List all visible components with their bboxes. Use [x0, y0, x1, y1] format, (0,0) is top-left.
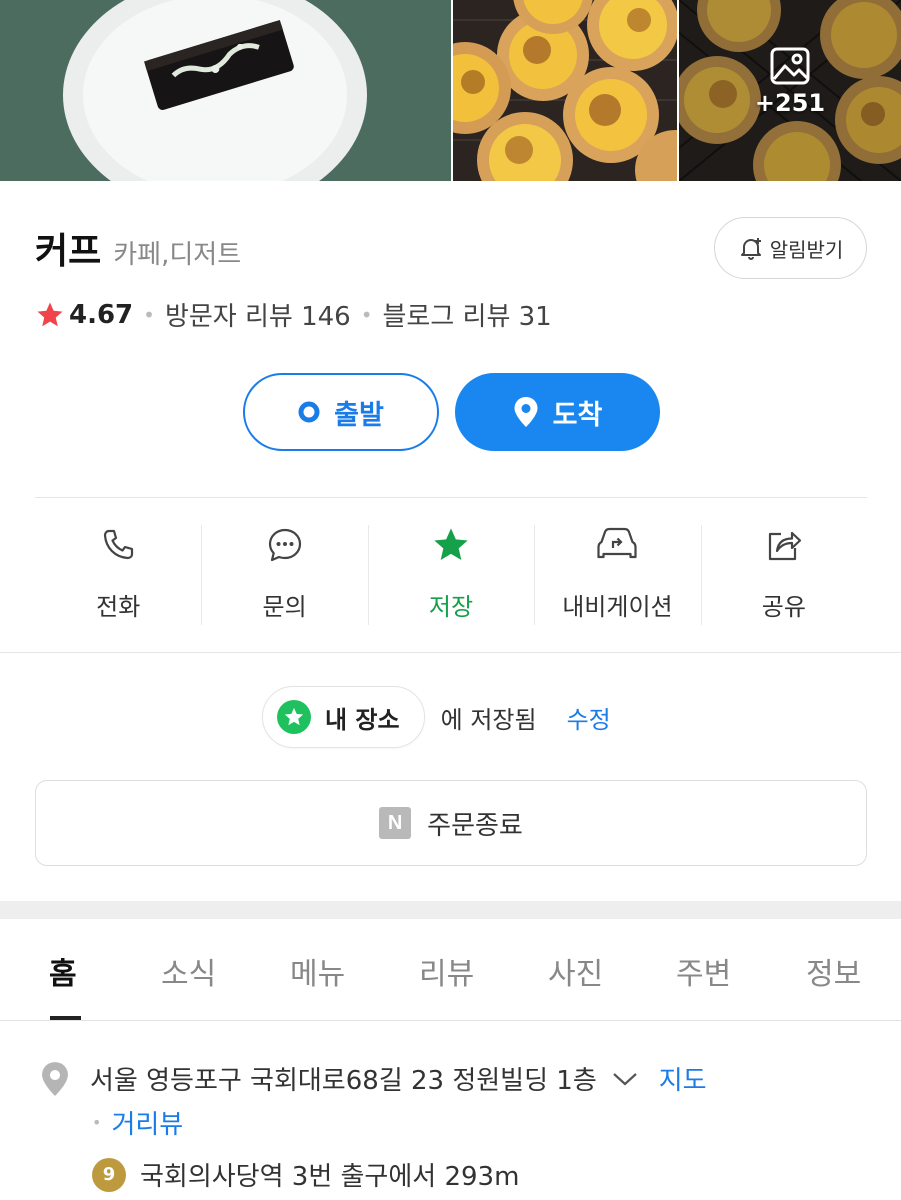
action-label-call: 전화	[96, 593, 141, 621]
saved-status-row: 내 장소 에 저장됨 수정	[262, 686, 611, 748]
alert-label: 알림받기	[769, 237, 844, 262]
photo-thumbnail[interactable]: +251	[679, 0, 901, 181]
separator-dot: •	[143, 302, 155, 327]
subway-directions: 국회의사당역 3번 출구에서 293m	[140, 1162, 520, 1192]
separator-dot: •	[360, 302, 373, 327]
tab-bar: 홈 소식 메뉴 리뷰 사진 주변 정보	[0, 919, 901, 1021]
share-button[interactable]: 공유	[700, 523, 867, 627]
street-view-row: • 거리뷰	[92, 1104, 183, 1141]
action-label-inquiry: 문의	[262, 593, 307, 621]
separator-dot: •	[92, 1113, 102, 1132]
share-icon	[768, 531, 801, 561]
navigation-button[interactable]: 내비게이션	[534, 523, 700, 627]
tab-home[interactable]: 홈	[49, 949, 77, 993]
street-view-link[interactable]: 거리뷰	[111, 1104, 183, 1141]
my-place-label: 내 장소	[325, 705, 400, 734]
action-bar: 전화 문의 저장 내비게이션 공유	[35, 523, 867, 627]
tab-menu[interactable]: 메뉴	[290, 949, 345, 993]
photo-thumbnail[interactable]	[453, 0, 677, 181]
saved-text: 에 저장됨	[440, 705, 537, 734]
order-status-label: 주문종료	[427, 810, 523, 841]
location-pin-icon	[42, 1061, 68, 1096]
divider	[35, 497, 867, 498]
more-photos-overlay[interactable]: +251	[679, 0, 901, 181]
place-title-row: 커프 카페,디저트	[35, 222, 241, 274]
tab-info[interactable]: 정보	[806, 949, 861, 993]
origin-dot-icon	[298, 401, 320, 423]
depart-label: 출발	[334, 399, 384, 431]
chevron-down-icon[interactable]	[611, 1069, 639, 1089]
rating-row: 4.67 • 방문자 리뷰 146 • 블로그 리뷰 31	[35, 296, 552, 333]
subway-row: 9 국회의사당역 3번 출구에서 293m	[92, 1156, 519, 1193]
location-pin-icon	[514, 397, 538, 427]
address-row: 서울 영등포구 국회대로68길 23 정원빌딩 1층 지도	[40, 1060, 880, 1097]
arrive-label: 도착	[552, 399, 603, 431]
action-label-navigation: 내비게이션	[562, 593, 673, 621]
photo-strip: +251	[0, 0, 901, 181]
star-badge-icon	[277, 700, 311, 734]
action-label-share: 공유	[761, 593, 806, 621]
blog-reviews-link[interactable]: 블로그 리뷰 31	[383, 296, 552, 333]
place-category: 카페,디저트	[113, 240, 242, 270]
photo-count: +251	[754, 88, 826, 117]
phone-icon	[104, 529, 134, 560]
chat-icon	[268, 528, 301, 562]
order-status-box[interactable]: N 주문종료	[35, 780, 867, 866]
address-text: 서울 영등포구 국회대로68길 23 정원빌딩 1층	[90, 1066, 597, 1096]
visitor-reviews-link[interactable]: 방문자 리뷰 146	[165, 296, 351, 333]
my-place-chip[interactable]: 내 장소	[262, 686, 425, 748]
call-button[interactable]: 전화	[35, 523, 201, 627]
place-name: 커프	[35, 231, 102, 272]
tab-reviews[interactable]: 리뷰	[419, 949, 474, 993]
action-label-save: 저장	[428, 593, 474, 621]
tab-nearby[interactable]: 주변	[676, 949, 731, 993]
bell-plus-icon	[740, 238, 761, 260]
star-icon	[37, 302, 63, 326]
navigation-icon	[597, 527, 638, 559]
map-link[interactable]: 지도	[659, 1060, 707, 1097]
alert-subscribe-button[interactable]: 알림받기	[714, 217, 867, 279]
arrive-button[interactable]: 도착	[455, 373, 660, 451]
main-photo[interactable]	[0, 0, 451, 181]
star-icon	[434, 528, 468, 560]
section-separator	[0, 901, 901, 919]
rating-score: 4.67	[69, 299, 134, 330]
active-tab-indicator	[50, 1016, 81, 1020]
naver-logo-icon: N	[379, 807, 412, 839]
edit-link[interactable]: 수정	[567, 700, 611, 735]
image-icon	[770, 47, 810, 84]
divider	[0, 652, 901, 653]
depart-button[interactable]: 출발	[243, 373, 439, 451]
save-button[interactable]: 저장	[367, 523, 534, 627]
inquiry-button[interactable]: 문의	[201, 523, 367, 627]
tab-news[interactable]: 소식	[161, 949, 216, 993]
subway-line-badge: 9	[92, 1157, 126, 1192]
tab-photos[interactable]: 사진	[548, 949, 603, 993]
